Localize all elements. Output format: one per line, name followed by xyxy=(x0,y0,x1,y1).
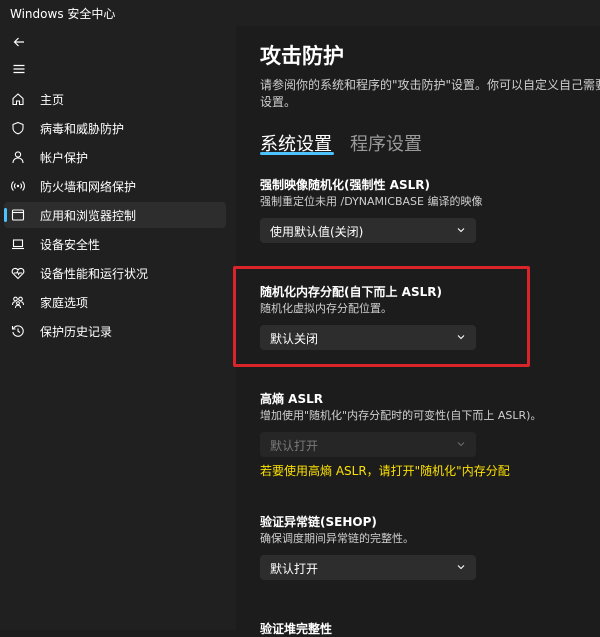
active-tab-indicator xyxy=(260,152,334,155)
bottom-up-aslr-title: 随机化内存分配(自下而上 ASLR) xyxy=(260,285,442,299)
forced-aslr-title: 强制映像随机化(强制性 ASLR) xyxy=(260,178,430,192)
sidebar-item-app-browser-control[interactable]: 应用和浏览器控制 xyxy=(4,202,226,228)
sidebar-item-protection-history[interactable]: 保护历史记录 xyxy=(4,318,226,344)
page-title: 攻击防护 xyxy=(260,44,344,68)
sidebar-item-label: 主页 xyxy=(40,92,65,107)
back-arrow-icon xyxy=(13,37,24,47)
sidebar-item-virus-protection[interactable]: 病毒和威胁防护 xyxy=(4,115,226,141)
tab-program-settings[interactable]: 程序设置 xyxy=(350,130,422,156)
menu-button[interactable] xyxy=(8,58,30,80)
sehop-title: 验证异常链(SEHOP) xyxy=(260,515,377,529)
family-icon xyxy=(10,294,26,310)
sidebar-item-label: 防火墙和网络保护 xyxy=(40,179,137,194)
sidebar-item-home[interactable]: 主页 xyxy=(4,86,226,112)
shield-icon xyxy=(10,120,26,136)
sidebar-item-label: 设备安全性 xyxy=(40,237,101,252)
wireless-icon xyxy=(10,178,26,194)
chevron-down-icon xyxy=(457,442,465,447)
high-entropy-aslr-description: 增加使用"随机化"内存分配时的可变性(自下而上 ASLR)。 xyxy=(260,409,542,422)
history-icon xyxy=(10,323,26,339)
sidebar-item-account-protection[interactable]: 帐户保护 xyxy=(4,144,226,170)
high-entropy-aslr-title: 高熵 ASLR xyxy=(260,392,323,406)
main-content: 攻击防护 请参阅你的系统和程序的"攻击防护"设置。你可以自定义自己需要的设置。 … xyxy=(233,26,600,636)
heart-pulse-icon xyxy=(10,265,26,281)
bottom-up-aslr-description: 随机化虚拟内存分配位置。 xyxy=(260,302,392,315)
highlight-box xyxy=(233,266,530,367)
app-title: Windows 安全中心 xyxy=(10,7,116,21)
sidebar-item-device-security[interactable]: 设备安全性 xyxy=(4,231,226,257)
home-icon xyxy=(10,91,26,107)
high-entropy-warning: 若要使用高熵 ASLR，请打开"随机化"内存分配 xyxy=(260,464,510,478)
forced-aslr-description: 强制重定位未用 /DYNAMICBASE 编译的映像 xyxy=(260,195,483,208)
back-button[interactable] xyxy=(8,31,30,53)
sidebar-item-firewall[interactable]: 防火墙和网络保护 xyxy=(4,173,226,199)
title-bar: Windows 安全中心 xyxy=(0,0,600,26)
app-browser-icon xyxy=(10,207,26,223)
dropdown-value: 默认关闭 xyxy=(270,332,319,346)
sehop-description: 确保调度期间异常链的完整性。 xyxy=(260,532,414,545)
selection-indicator xyxy=(4,208,7,222)
forced-aslr-dropdown[interactable]: 使用默认值(关闭) xyxy=(260,218,476,243)
sidebar-item-label: 家庭选项 xyxy=(40,295,89,310)
dropdown-value: 使用默认值(关闭) xyxy=(270,225,364,239)
sidebar-item-label: 病毒和威胁防护 xyxy=(40,121,125,136)
sidebar-item-family-options[interactable]: 家庭选项 xyxy=(4,289,226,315)
high-entropy-aslr-dropdown: 默认打开 xyxy=(260,432,476,457)
chevron-down-icon xyxy=(457,228,465,233)
dropdown-value: 默认打开 xyxy=(270,439,319,453)
sidebar-item-label: 帐户保护 xyxy=(40,150,89,165)
bottom-up-aslr-dropdown[interactable]: 默认关闭 xyxy=(260,325,476,350)
sidebar-item-label: 保护历史记录 xyxy=(40,324,113,339)
person-icon xyxy=(10,149,26,165)
sidebar-item-device-performance[interactable]: 设备性能和运行状况 xyxy=(4,260,226,286)
chevron-down-icon xyxy=(457,565,465,570)
page-description: 请参阅你的系统和程序的"攻击防护"设置。你可以自定义自己需要的设置。 xyxy=(260,78,600,109)
chevron-down-icon xyxy=(457,335,465,340)
heap-integrity-title: 验证堆完整性 xyxy=(260,622,333,636)
sidebar: 主页 病毒和威胁防护 帐户保护 防火墙和网络保护 应用和浏览器控制 设备安全性 xyxy=(0,26,236,630)
laptop-icon xyxy=(10,236,26,252)
dropdown-value: 默认打开 xyxy=(270,562,319,576)
hamburger-menu-icon xyxy=(13,64,25,74)
sidebar-item-label: 应用和浏览器控制 xyxy=(40,208,137,223)
sehop-dropdown[interactable]: 默认打开 xyxy=(260,555,476,580)
sidebar-item-label: 设备性能和运行状况 xyxy=(40,266,149,281)
